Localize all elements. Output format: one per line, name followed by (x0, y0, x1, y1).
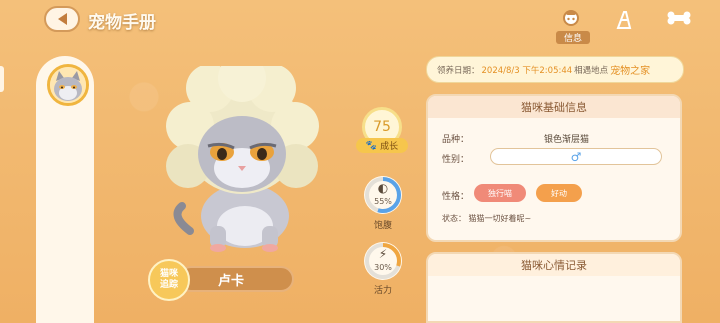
status-row: 状态： 猫猫一切好着呢~ (442, 213, 531, 224)
stomach-icon: ◐ (377, 181, 389, 195)
mood-record-card: 猫咪心情记录 (426, 252, 682, 323)
breed-value: 银色渐层猫 (544, 135, 590, 145)
track-label: 猫咪追踪 (159, 269, 178, 290)
page-title: 宠物手册 (88, 13, 156, 33)
adoption-date-value: 2024/8/3 下午2:05:44 (481, 65, 573, 76)
info-tab-icon[interactable] (559, 8, 583, 28)
gender-field: ♂ (490, 148, 662, 165)
cat-tree-tab-icon[interactable] (612, 8, 636, 29)
trait-tag-2[interactable]: 好动 (536, 184, 582, 202)
trait-2-label: 好动 (551, 188, 567, 198)
bone-tab-icon[interactable] (666, 8, 691, 28)
basic-info-title: 猫咪基础信息 (428, 96, 680, 118)
vitality-value: 30% (374, 262, 392, 272)
status-value: 猫猫一切好着呢~ (468, 214, 532, 223)
paw-icon: 🐾 (365, 140, 378, 151)
cat-track-button[interactable]: 猫咪追踪 (148, 259, 190, 301)
vitality-gauge: ⚡ 30% (364, 242, 402, 280)
status-label: 状态： (442, 214, 466, 223)
back-button[interactable] (44, 6, 80, 32)
satiety-gauge: ◐ 55% (364, 176, 402, 214)
pet-avatar[interactable] (47, 64, 89, 106)
mood-record-title: 猫咪心情记录 (428, 254, 680, 276)
cat-character[interactable] (150, 54, 330, 256)
pet-name: 卢卡 (218, 273, 245, 289)
basic-info-card: 猫咪基础信息 品种： 银色渐层猫 性别： ♂ 性格： 独行喵 好动 状态： 猫猫… (426, 94, 682, 242)
lightning-icon: ⚡ (378, 247, 388, 261)
meet-place-label: 相遇地点 (574, 65, 609, 76)
adoption-info-bar: 领养日期： 2024/8/3 下午2:05:44 相遇地点 宠物之家 (426, 56, 684, 83)
adoption-date-label: 领养日期： (437, 65, 480, 76)
tab-info-label[interactable]: 信息 (556, 31, 590, 44)
pet-name-plate[interactable]: 卢卡 (178, 266, 294, 292)
satiety-value: 55% (374, 196, 392, 206)
breed-label: 品种： (442, 135, 470, 145)
satiety-label: 饱腹 (374, 221, 393, 231)
vitality-label: 活力 (374, 286, 393, 296)
left-edge-tab[interactable] (0, 66, 4, 92)
gender-label: 性别： (442, 155, 470, 165)
trait-tag-1[interactable]: 独行喵 (474, 184, 526, 202)
meet-place-value: 宠物之家 (610, 66, 651, 77)
male-icon: ♂ (570, 149, 582, 164)
traits-label: 性格： (442, 192, 470, 202)
growth-tag: 🐾 成长 (356, 138, 408, 153)
growth-label: 成长 (380, 142, 399, 152)
back-arrow-icon (57, 13, 67, 25)
trait-1-label: 独行喵 (488, 188, 512, 198)
